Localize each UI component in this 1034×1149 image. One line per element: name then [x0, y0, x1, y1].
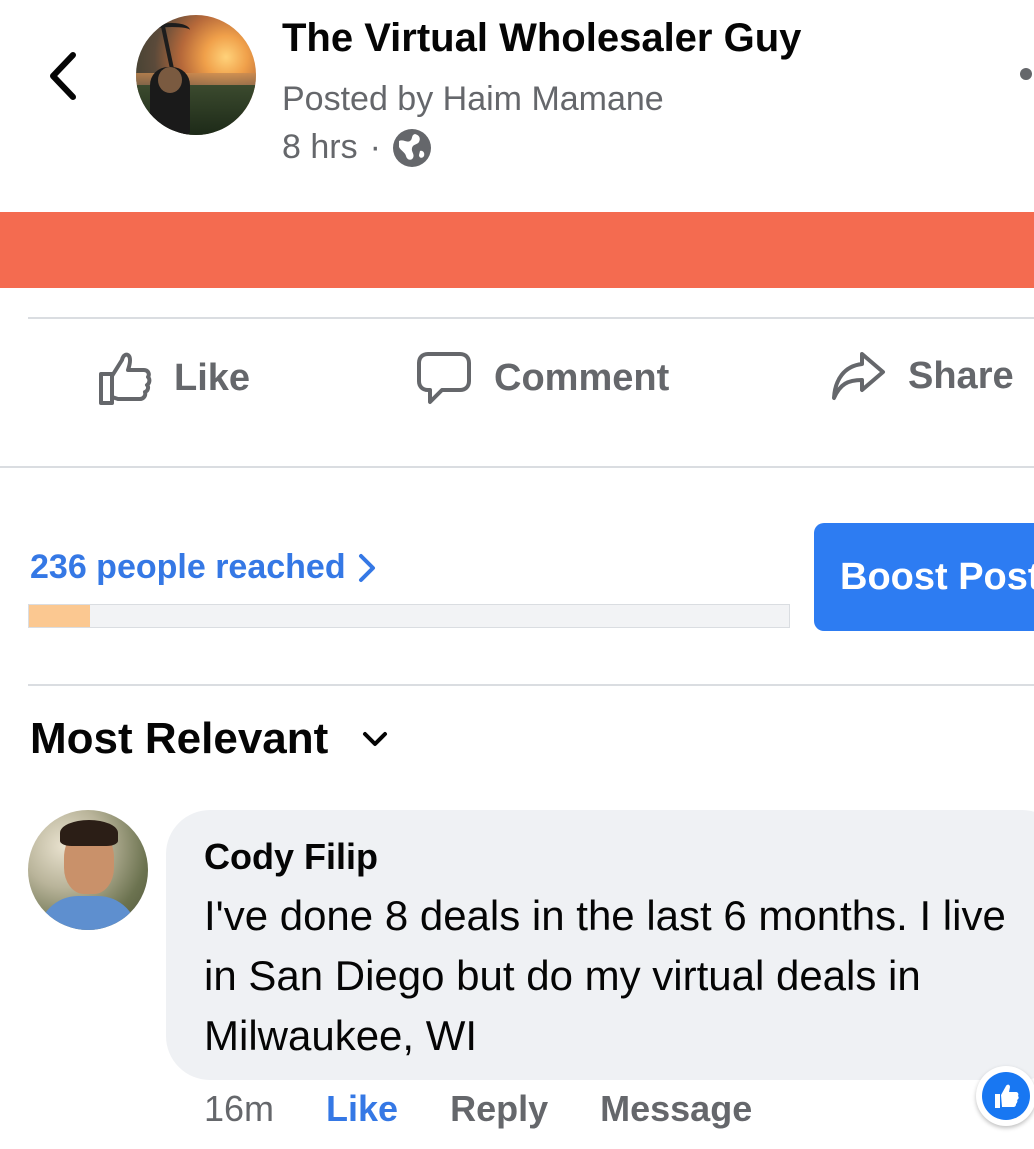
comment-label: Comment	[494, 356, 670, 399]
like-icon	[995, 1084, 1019, 1108]
share-button[interactable]: Share	[830, 350, 1014, 402]
boost-post-button[interactable]: Boost Post	[814, 523, 1034, 631]
divider	[28, 684, 1034, 686]
globe-icon[interactable]	[392, 128, 431, 167]
commenter-avatar[interactable]	[28, 810, 148, 930]
post-meta: 8 hrs ·	[282, 128, 431, 167]
page-name[interactable]: The Virtual Wholesaler Guy	[282, 16, 801, 61]
page-avatar[interactable]	[136, 15, 256, 135]
share-label: Share	[908, 354, 1014, 397]
sort-label: Most Relevant	[30, 714, 329, 763]
like-label: Like	[174, 356, 251, 399]
post-media-banner	[0, 212, 1034, 288]
chevron-right-icon	[358, 553, 375, 582]
comment-sort-dropdown[interactable]: Most Relevant	[30, 714, 388, 764]
comment-button[interactable]: Comment	[416, 350, 669, 406]
comment-reply-button[interactable]: Reply	[450, 1088, 548, 1130]
back-button[interactable]	[38, 48, 88, 104]
like-button[interactable]: Like	[98, 350, 250, 406]
chevron-left-icon	[50, 52, 76, 100]
comment-time: 16m	[204, 1088, 275, 1129]
comment-text: I've done 8 deals in the last 6 months. …	[204, 892, 1006, 1059]
reach-progress-bar	[28, 604, 790, 628]
comment-author[interactable]: Cody Filip	[204, 836, 378, 878]
share-arrow-icon	[832, 352, 885, 400]
post-time: 8 hrs	[282, 128, 358, 166]
people-reached-link[interactable]: 236 people reached	[30, 548, 376, 587]
comment-like-button[interactable]: Like	[326, 1088, 398, 1130]
reach-progress-fill	[29, 605, 90, 627]
comment-reaction-badge[interactable]	[976, 1066, 1034, 1126]
divider	[0, 466, 1034, 468]
comment-actions: 16m Like Reply Message	[204, 1088, 752, 1130]
chevron-down-icon	[363, 732, 388, 746]
meta-separator: ·	[369, 128, 381, 166]
comment-bubble-icon	[417, 352, 471, 404]
people-reached-label: 236 people reached	[30, 548, 346, 586]
thumbs-up-icon	[99, 352, 152, 405]
comment-message-button[interactable]: Message	[600, 1088, 752, 1130]
posted-by: Posted by Haim Mamane	[282, 80, 664, 118]
more-options-button[interactable]	[1020, 68, 1032, 80]
divider	[28, 317, 1034, 319]
